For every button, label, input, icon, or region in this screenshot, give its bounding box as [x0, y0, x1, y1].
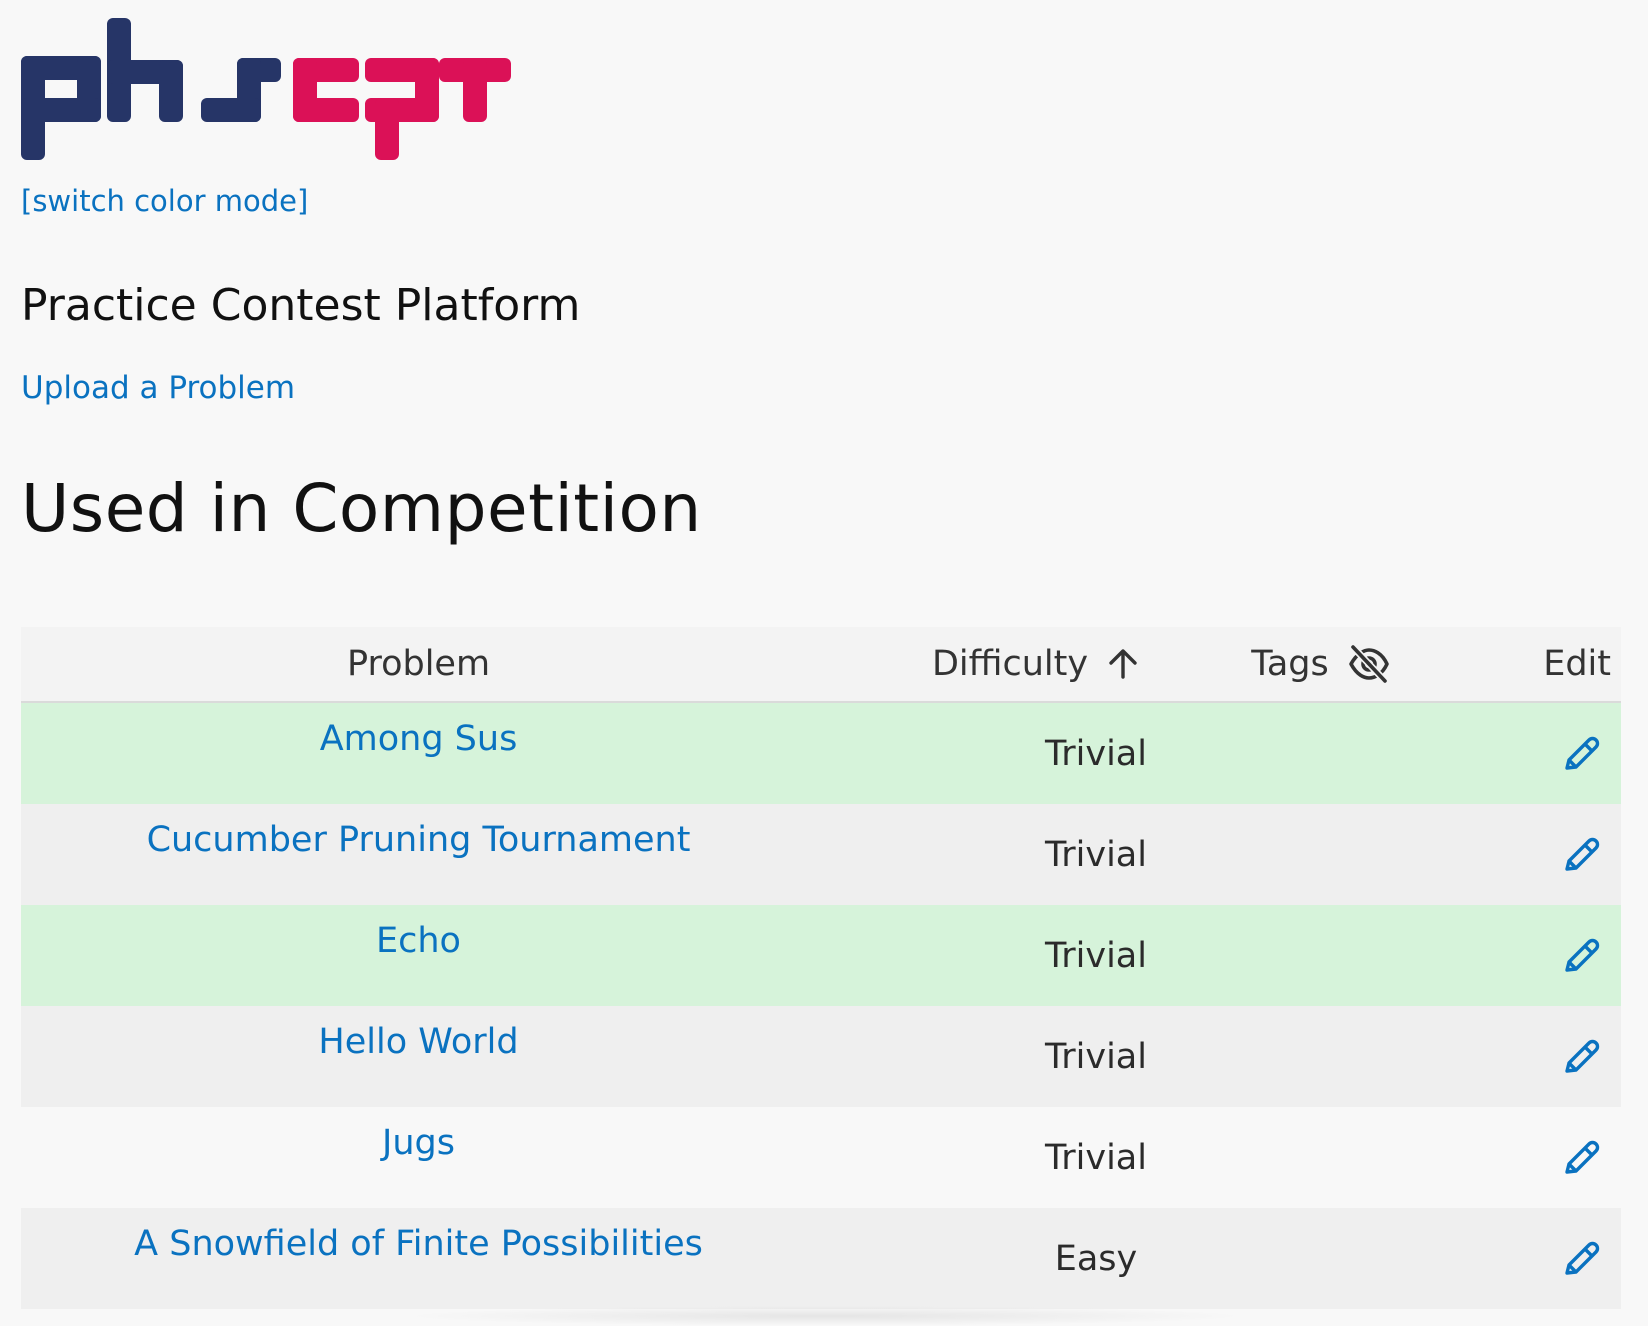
- bottom-shadow: [400, 1306, 1250, 1326]
- table-row: Echo Trivial: [21, 905, 1621, 1006]
- problem-cell: Among Sus: [21, 703, 816, 804]
- problem-cell: Echo: [21, 905, 816, 1006]
- edit-cell: [1546, 1107, 1616, 1208]
- problem-cell: Cucumber Pruning Tournament: [21, 804, 816, 905]
- column-header-edit: Edit: [1481, 627, 1611, 701]
- problem-cell: Hello World: [21, 1006, 816, 1107]
- switch-color-mode-link[interactable]: [switch color mode]: [21, 184, 308, 218]
- column-header-difficulty-label: Difficulty: [931, 644, 1089, 684]
- pencil-icon[interactable]: [1561, 835, 1601, 875]
- difficulty-cell: Trivial: [1045, 935, 1147, 976]
- table-row: Hello World Trivial: [21, 1006, 1621, 1107]
- table-body: Among Sus Trivial Cucumber Pruning Tournam…: [21, 703, 1621, 1309]
- column-header-tags[interactable]: Tags: [1196, 627, 1446, 701]
- upload-problem-link[interactable]: Upload a Problem: [21, 370, 295, 406]
- site-title: Practice Contest Platform: [21, 280, 581, 331]
- table-row: Among Sus Trivial: [21, 703, 1621, 804]
- pencil-icon[interactable]: [1561, 734, 1601, 774]
- phscpt-logo: [21, 18, 511, 160]
- problem-link[interactable]: Jugs: [382, 1123, 455, 1163]
- edit-cell: [1546, 703, 1616, 804]
- table-row: A Snowfield of Finite Possibilities Easy: [21, 1208, 1621, 1309]
- problem-link[interactable]: Among Sus: [320, 719, 518, 759]
- table-row: Cucumber Pruning Tournament Trivial: [21, 804, 1621, 905]
- difficulty-cell: Trivial: [1045, 1137, 1147, 1178]
- column-header-edit-label: Edit: [1543, 644, 1611, 684]
- edit-cell: [1546, 1006, 1616, 1107]
- problem-link[interactable]: Echo: [376, 921, 461, 961]
- column-header-tags-label: Tags: [1251, 644, 1329, 684]
- problems-table: Problem Difficulty Tags Edit Among Sus T…: [21, 627, 1621, 1309]
- eye-off-icon[interactable]: [1347, 644, 1391, 684]
- problem-link[interactable]: Cucumber Pruning Tournament: [147, 820, 691, 860]
- table-row: Jugs Trivial: [21, 1107, 1621, 1208]
- table-header: Problem Difficulty Tags Edit: [21, 627, 1621, 703]
- arrow-up-icon[interactable]: [1106, 647, 1140, 681]
- difficulty-cell: Trivial: [1045, 834, 1147, 875]
- edit-cell: [1546, 1208, 1616, 1309]
- edit-cell: [1546, 905, 1616, 1006]
- pencil-icon[interactable]: [1561, 936, 1601, 976]
- section-title: Used in Competition: [21, 470, 702, 547]
- problem-link[interactable]: Hello World: [318, 1022, 518, 1062]
- pencil-icon[interactable]: [1561, 1239, 1601, 1279]
- column-header-difficulty[interactable]: Difficulty: [816, 627, 1256, 701]
- edit-cell: [1546, 804, 1616, 905]
- pencil-icon[interactable]: [1561, 1138, 1601, 1178]
- problem-cell: Jugs: [21, 1107, 816, 1208]
- pencil-icon[interactable]: [1561, 1037, 1601, 1077]
- problem-link[interactable]: A Snowfield of Finite Possibilities: [134, 1224, 703, 1264]
- difficulty-cell: Trivial: [1045, 733, 1147, 774]
- difficulty-cell: Easy: [1054, 1238, 1138, 1279]
- column-header-problem-label: Problem: [346, 644, 491, 684]
- problem-cell: A Snowfield of Finite Possibilities: [21, 1208, 816, 1309]
- column-header-problem[interactable]: Problem: [21, 627, 816, 701]
- difficulty-cell: Trivial: [1045, 1036, 1147, 1077]
